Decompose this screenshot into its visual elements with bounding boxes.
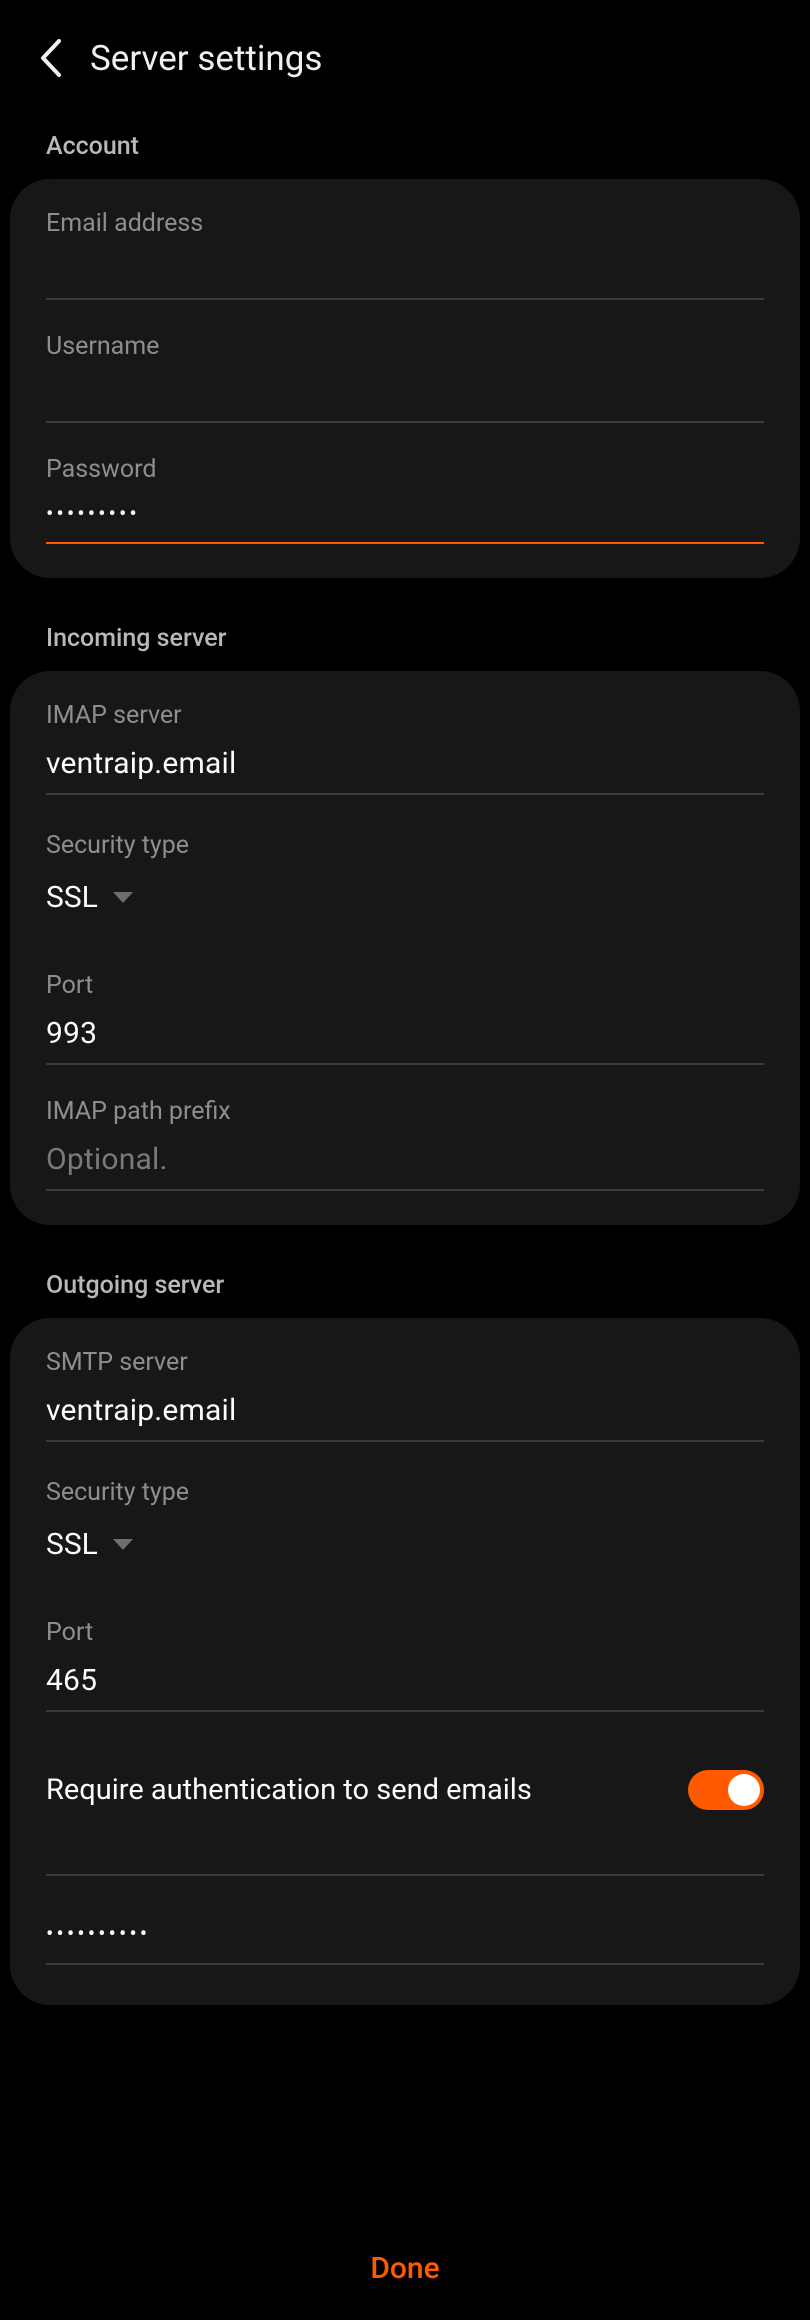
outgoing-port-label: Port [46, 1618, 764, 1647]
section-label-account: Account [10, 118, 800, 179]
password-field[interactable]: ••••••••• [46, 494, 764, 544]
outgoing-security-select[interactable]: SSL [46, 1517, 764, 1582]
outgoing-security-value: SSL [46, 1527, 98, 1562]
smtp-server-field[interactable]: ventraip.email [46, 1387, 764, 1442]
incoming-security-value: SSL [46, 880, 98, 915]
incoming-security-select[interactable]: SSL [46, 870, 764, 935]
require-auth-toggle[interactable] [688, 1770, 764, 1810]
incoming-port-field[interactable]: 993 [46, 1010, 764, 1065]
chevron-down-icon [112, 891, 134, 905]
password-label: Password [46, 455, 764, 484]
username-label: Username [46, 332, 764, 361]
imap-server-field[interactable]: ventraip.email [46, 740, 764, 795]
section-label-outgoing: Outgoing server [10, 1257, 800, 1318]
card-incoming: IMAP server ventraip.email Security type… [10, 671, 800, 1225]
username-field[interactable] [46, 371, 764, 423]
outgoing-security-label: Security type [46, 1478, 764, 1507]
incoming-security-label: Security type [46, 831, 764, 860]
incoming-port-label: Port [46, 971, 764, 1000]
email-label: Email address [46, 209, 764, 238]
page-title: Server settings [90, 38, 322, 79]
outgoing-password-field[interactable]: •••••••••• [46, 1916, 764, 1965]
imap-path-prefix-field[interactable]: Optional. [46, 1136, 764, 1191]
outgoing-port-field[interactable]: 465 [46, 1657, 764, 1712]
smtp-server-label: SMTP server [46, 1348, 764, 1377]
imap-server-label: IMAP server [46, 701, 764, 730]
toggle-knob [728, 1774, 760, 1806]
email-field[interactable] [46, 248, 764, 300]
chevron-left-icon [37, 37, 63, 79]
back-button[interactable] [20, 28, 80, 88]
done-button[interactable]: Done [370, 2251, 439, 2286]
card-outgoing: SMTP server ventraip.email Security type… [10, 1318, 800, 2005]
imap-path-prefix-label: IMAP path prefix [46, 1097, 764, 1126]
require-auth-label: Require authentication to send emails [46, 1773, 532, 1807]
chevron-down-icon [112, 1538, 134, 1552]
card-account: Email address Username Password ••••••••… [10, 179, 800, 578]
section-label-incoming: Incoming server [10, 610, 800, 671]
